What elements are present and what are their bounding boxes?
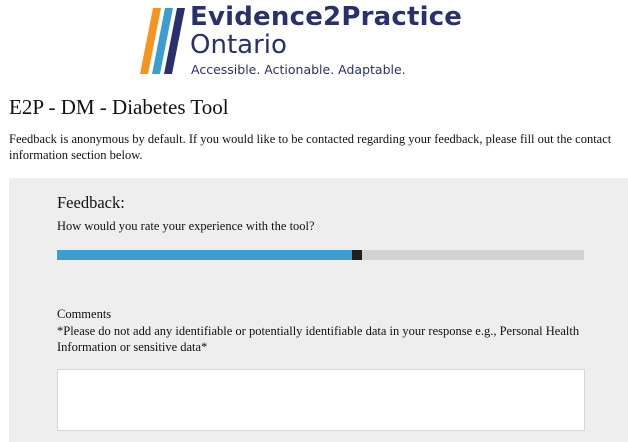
e2p-logo: Evidence2Practice Ontario Accessible. Ac… <box>0 0 628 84</box>
rating-question: How would you rate your experience with … <box>57 219 315 233</box>
feedback-panel: Feedback: How would you rate your experi… <box>9 178 628 442</box>
logo-stripes-icon <box>140 8 185 74</box>
rating-slider-fill <box>57 250 352 260</box>
comments-label: Comments <box>57 307 112 321</box>
logo-region-text: Ontario <box>190 30 287 60</box>
intro-text: Feedback is anonymous by default. If you… <box>9 132 612 162</box>
rating-slider-thumb[interactable] <box>352 250 362 260</box>
feedback-heading: Feedback: <box>57 193 125 212</box>
rating-slider[interactable] <box>57 250 584 260</box>
logo-tagline: Accessible. Actionable. Adaptable. <box>191 62 406 77</box>
comments-privacy-note: *Please do not add any identifiable or p… <box>57 324 580 354</box>
comments-textarea[interactable] <box>57 369 585 431</box>
logo-brand-text: Evidence2Practice <box>190 2 463 32</box>
page-title: E2P - DM - Diabetes Tool <box>9 95 229 119</box>
